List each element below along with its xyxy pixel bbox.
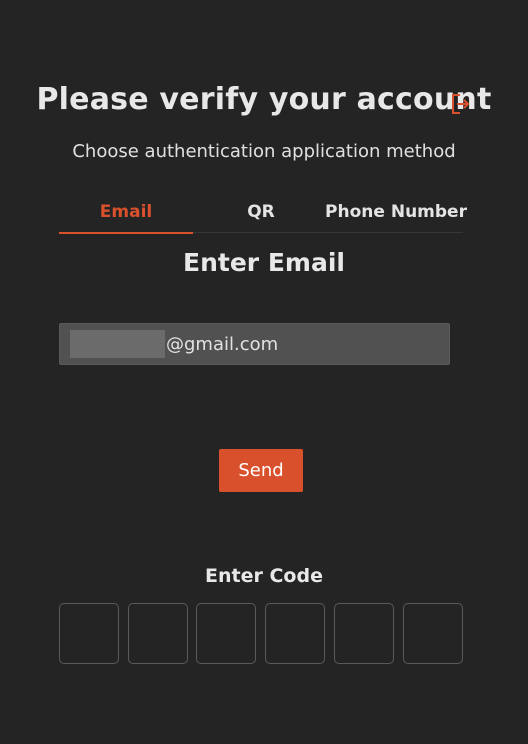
code-digit-5[interactable] [334, 603, 394, 664]
verify-account-page: Please verify your account Choose authen… [0, 0, 528, 744]
auth-method-tabs: Email QR Phone Number [59, 190, 467, 234]
code-digit-2[interactable] [128, 603, 188, 664]
tab-phone-number[interactable]: Phone Number [325, 190, 467, 233]
logout-icon[interactable] [450, 92, 472, 116]
code-digit-4[interactable] [265, 603, 325, 664]
email-domain-text: @gmail.com [166, 333, 279, 355]
code-digit-3[interactable] [196, 603, 256, 664]
email-input[interactable]: @gmail.com [59, 323, 450, 365]
title-row: Please verify your account [0, 82, 528, 117]
code-input-row [59, 603, 463, 664]
subtitle: Choose authentication application method [72, 141, 456, 162]
send-button[interactable]: Send [219, 449, 303, 492]
enter-code-heading: Enter Code [205, 565, 323, 587]
tab-email[interactable]: Email [59, 190, 193, 234]
code-digit-6[interactable] [403, 603, 463, 664]
enter-email-heading: Enter Email [183, 248, 345, 277]
redacted-email-username [70, 330, 165, 358]
code-digit-1[interactable] [59, 603, 119, 664]
tab-qr[interactable]: QR [193, 190, 329, 233]
page-title: Please verify your account [36, 82, 492, 117]
